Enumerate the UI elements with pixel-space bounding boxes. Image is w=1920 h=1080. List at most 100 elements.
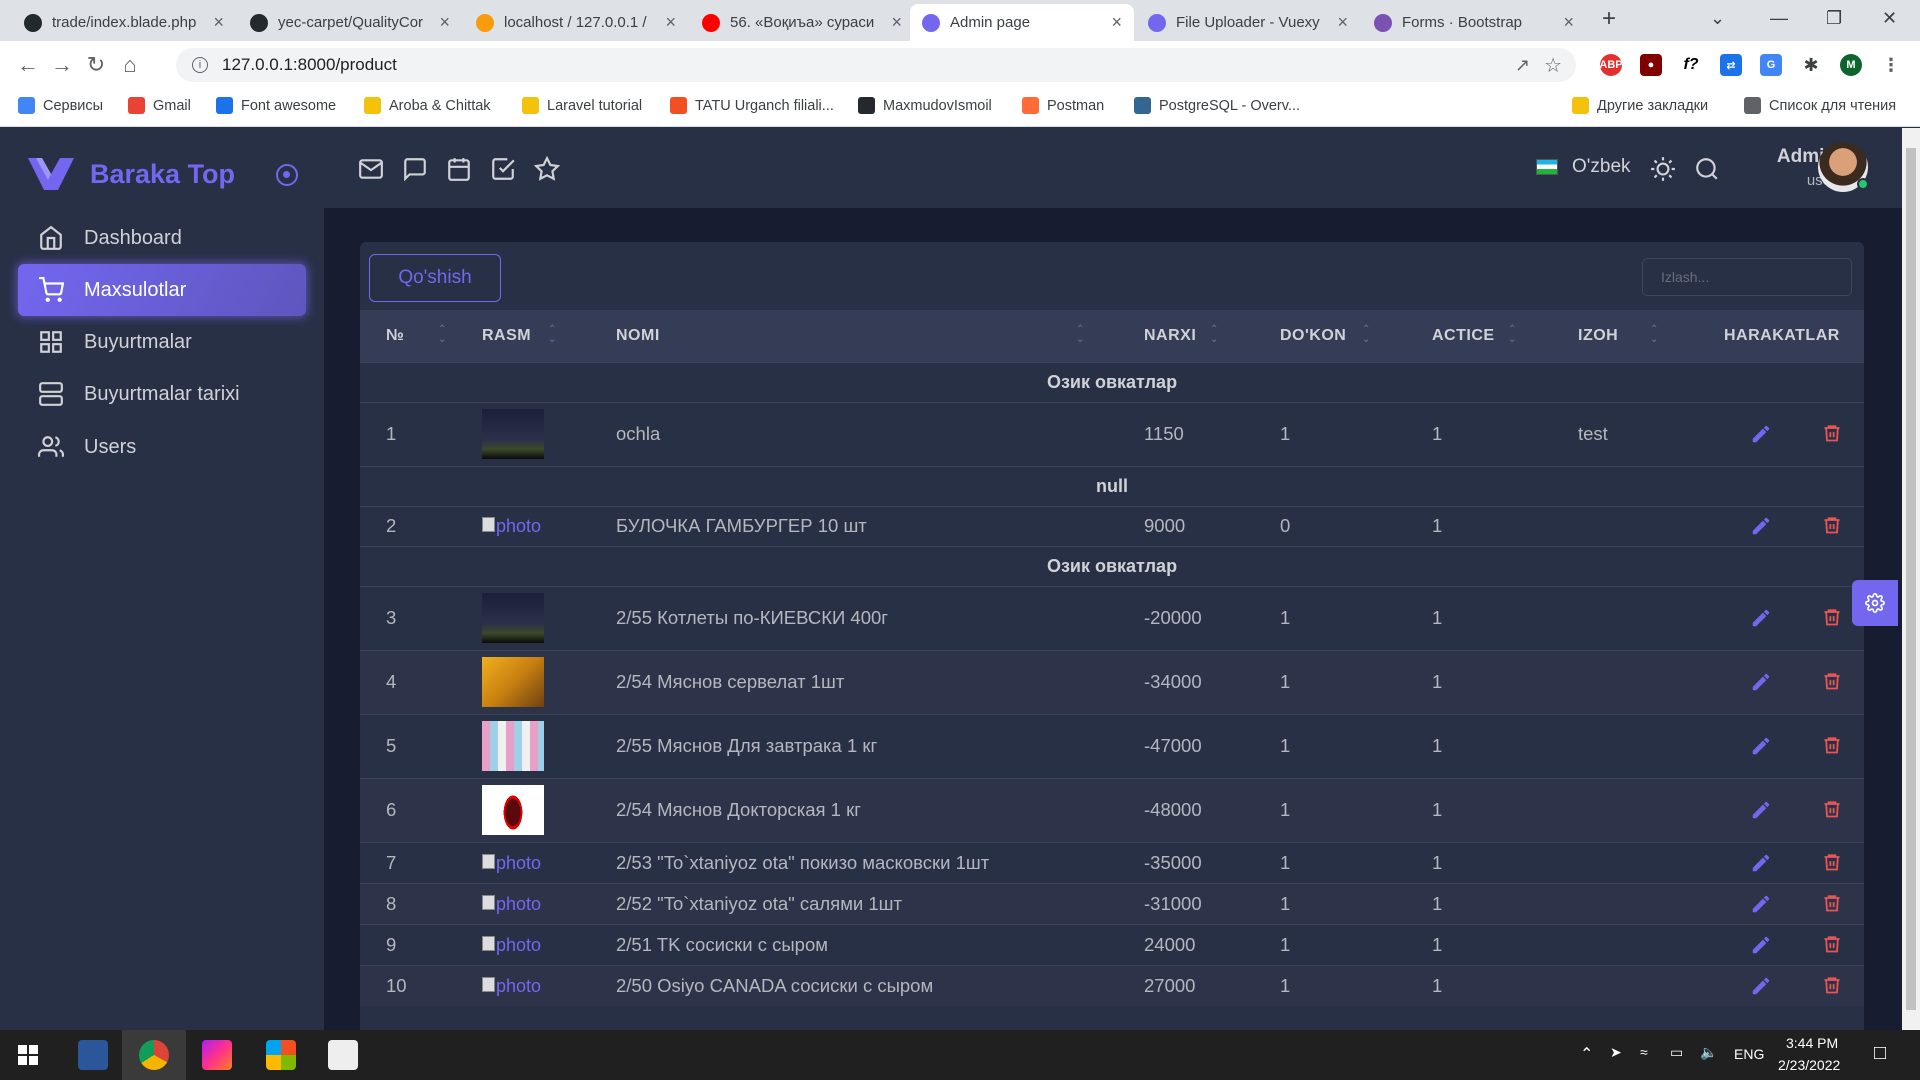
bookmark-item[interactable]: PostgreSQL - Overv... — [1134, 97, 1300, 114]
browser-tab[interactable]: Admin page × — [910, 4, 1134, 41]
bookmark-item[interactable]: MaxmudovIsmoil — [858, 97, 992, 114]
tray-chevron-icon[interactable]: ⌃ — [1580, 1044, 1593, 1064]
adblock-icon[interactable]: ABP — [1599, 54, 1623, 76]
delete-trash-icon[interactable] — [1822, 799, 1842, 819]
other-bookmarks[interactable]: Другие закладки — [1572, 97, 1708, 114]
todo-check-icon[interactable] — [490, 156, 516, 182]
close-tab-icon[interactable]: × — [1563, 12, 1574, 33]
language-switcher[interactable]: O'zbek — [1536, 156, 1631, 178]
delete-trash-icon[interactable] — [1822, 852, 1842, 872]
chat-icon[interactable] — [402, 156, 428, 182]
delete-trash-icon[interactable] — [1822, 515, 1842, 535]
close-tab-icon[interactable]: × — [213, 12, 224, 33]
customizer-gear-icon[interactable] — [1852, 580, 1898, 626]
edit-pencil-icon[interactable] — [1750, 423, 1772, 445]
delete-trash-icon[interactable] — [1822, 975, 1842, 995]
formula-ext-icon[interactable]: f? — [1680, 54, 1702, 76]
translate-ext-icon[interactable]: ⇄ — [1720, 54, 1742, 76]
bookmark-item[interactable]: Laravel tutorial — [522, 97, 642, 114]
address-bar[interactable]: i 127.0.0.1:8000/product ↗ ☆ — [176, 48, 1576, 82]
add-product-button[interactable]: Qo'shish — [369, 254, 501, 302]
edit-pencil-icon[interactable] — [1750, 799, 1772, 821]
broken-image-photo[interactable]: photo — [482, 853, 541, 873]
sort-icon[interactable]: ⌃ ⌄ — [1362, 325, 1371, 345]
phpstorm-icon[interactable] — [202, 1040, 232, 1070]
delete-trash-icon[interactable] — [1822, 423, 1842, 443]
app-grid-icon[interactable] — [266, 1040, 296, 1070]
broken-image-photo[interactable]: photo — [482, 935, 541, 955]
edit-pencil-icon[interactable] — [1750, 671, 1772, 693]
sidebar-item-users[interactable]: Users — [18, 421, 306, 473]
mail-icon[interactable] — [358, 156, 384, 182]
bookmark-item[interactable]: Сервисы — [18, 97, 103, 114]
star-icon[interactable] — [534, 156, 560, 182]
edit-pencil-icon[interactable] — [1750, 934, 1772, 956]
close-tab-icon[interactable]: × — [1111, 12, 1122, 33]
delete-trash-icon[interactable] — [1822, 671, 1842, 691]
chrome-taskbar-slot[interactable] — [122, 1030, 186, 1080]
edit-pencil-icon[interactable] — [1750, 893, 1772, 915]
browser-tab[interactable]: Forms · Bootstrap × — [1362, 4, 1586, 41]
column-header[interactable]: NOMI ⌃ ⌄ — [590, 310, 1118, 362]
battery-icon[interactable]: ▭ — [1670, 1044, 1683, 1061]
info-icon[interactable]: i — [192, 57, 208, 73]
broken-image-photo[interactable]: photo — [482, 516, 541, 536]
ublock-icon[interactable]: ● — [1640, 54, 1662, 76]
close-tab-icon[interactable]: × — [439, 12, 450, 33]
delete-trash-icon[interactable] — [1822, 735, 1842, 755]
sort-icon[interactable]: ⌃ ⌄ — [438, 325, 447, 345]
product-thumbnail[interactable] — [482, 721, 544, 771]
calendar-icon[interactable] — [446, 156, 472, 182]
page-scrollbar[interactable] — [1902, 128, 1920, 1030]
bookmark-item[interactable]: TATU Urganch filiali... — [670, 97, 834, 114]
sidebar-item-dashboard[interactable]: Dashboard — [18, 212, 306, 264]
clock-date[interactable]: 2/23/2022 — [1778, 1057, 1840, 1073]
search-icon[interactable] — [1694, 156, 1720, 182]
column-header[interactable]: ACTICE ⌃ ⌄ — [1406, 310, 1552, 362]
notification-icon[interactable]: □ — [1874, 1042, 1886, 1065]
home-button-icon[interactable]: ⌂ — [116, 51, 144, 79]
maximize-icon[interactable]: ❐ — [1826, 8, 1842, 29]
share-icon[interactable]: ↗ — [1515, 55, 1530, 76]
sort-icon[interactable]: ⌃ ⌄ — [1076, 325, 1085, 345]
edit-pencil-icon[interactable] — [1750, 975, 1772, 997]
sort-icon[interactable]: ⌃ ⌄ — [548, 325, 557, 345]
sidebar-toggle-icon[interactable] — [276, 164, 298, 186]
broken-image-photo[interactable]: photo — [482, 894, 541, 914]
bookmark-item[interactable]: Font awesome — [216, 97, 336, 114]
forward-icon[interactable]: → — [48, 51, 76, 79]
browser-tab[interactable]: trade/index.blade.php × — [12, 4, 236, 41]
sun-theme-icon[interactable] — [1650, 156, 1676, 182]
edit-pencil-icon[interactable] — [1750, 735, 1772, 757]
brand[interactable]: Baraka Top — [28, 158, 235, 190]
minimize-icon[interactable]: — — [1770, 8, 1788, 29]
bookmark-item[interactable]: Gmail — [128, 97, 191, 114]
delete-trash-icon[interactable] — [1822, 893, 1842, 913]
product-thumbnail[interactable] — [482, 593, 544, 643]
wifi-icon[interactable]: ≈ — [1640, 1044, 1648, 1060]
back-icon[interactable]: ← — [14, 51, 42, 79]
browser-tab[interactable]: 56. «Воқиъа» сураси × — [690, 4, 914, 41]
column-header[interactable]: IZOH ⌃ ⌄ — [1552, 310, 1698, 362]
windows-start-icon[interactable] — [18, 1045, 38, 1065]
sort-icon[interactable]: ⌃ ⌄ — [1210, 325, 1219, 345]
document-icon[interactable] — [328, 1040, 358, 1070]
search-input[interactable]: Izlash... — [1642, 258, 1852, 296]
close-tab-icon[interactable]: × — [891, 12, 902, 33]
sidebar-item-buyurtmalar[interactable]: Buyurtmalar — [18, 316, 306, 368]
browser-tab[interactable]: File Uploader - Vuexy × — [1136, 4, 1360, 41]
sidebar-item-buyurtmalar-tarixi[interactable]: Buyurtmalar tarixi — [18, 368, 306, 420]
column-header[interactable]: NARXI ⌃ ⌄ — [1118, 310, 1254, 362]
extensions-puzzle-icon[interactable]: ✱ — [1800, 54, 1822, 76]
edit-pencil-icon[interactable] — [1750, 515, 1772, 537]
avatar[interactable] — [1818, 142, 1869, 192]
scrollbar-thumb[interactable] — [1906, 148, 1916, 1010]
product-thumbnail[interactable] — [482, 409, 544, 459]
sort-icon[interactable]: ⌃ ⌄ — [1650, 325, 1659, 345]
browser-tab[interactable]: localhost / 127.0.0.1 / × — [464, 4, 688, 41]
edit-pencil-icon[interactable] — [1750, 607, 1772, 629]
delete-trash-icon[interactable] — [1822, 934, 1842, 954]
product-thumbnail[interactable] — [482, 785, 544, 835]
close-tab-icon[interactable]: × — [665, 12, 676, 33]
new-tab-icon[interactable]: + — [1602, 5, 1616, 33]
